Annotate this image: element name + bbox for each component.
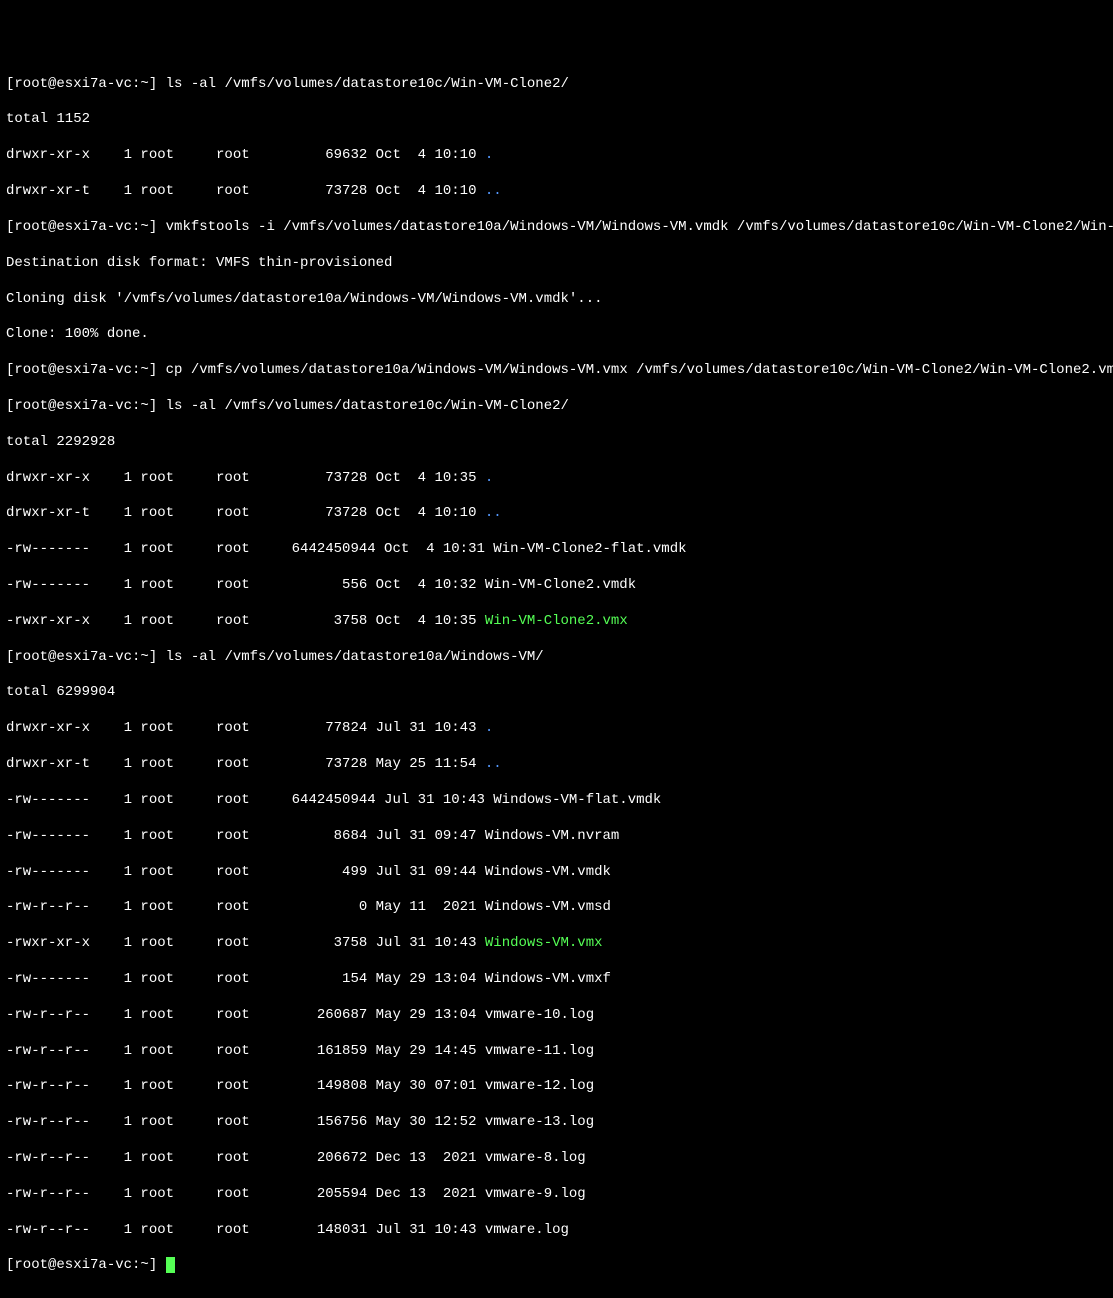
output-line: -rw-r--r-- 1 root root 149808 May 30 07:… [6,1078,1107,1096]
command-text: ls -al /vmfs/volumes/datastore10a/Window… [166,649,544,665]
output-line: total 2292928 [6,434,1107,452]
output-line: -rw------- 1 root root 6442450944 Oct 4 … [6,541,1107,559]
output-line: -rw------- 1 root root 6442450944 Jul 31… [6,792,1107,810]
prompt: [root@esxi7a-vc:~] [6,1257,166,1273]
prompt: [root@esxi7a-vc:~] [6,76,166,92]
command-text: cp /vmfs/volumes/datastore10a/Windows-VM… [166,362,1113,378]
output-line: -rw-r--r-- 1 root root 148031 Jul 31 10:… [6,1222,1107,1240]
output-line: -rw------- 1 root root 8684 Jul 31 09:47… [6,828,1107,846]
output-line: drwxr-xr-x 1 root root 69632 Oct 4 10:10… [6,147,1107,165]
output-line: -rw-r--r-- 1 root root 205594 Dec 13 202… [6,1186,1107,1204]
output-line: drwxr-xr-t 1 root root 73728 May 25 11:5… [6,756,1107,774]
terminal-line: [root@esxi7a-vc:~] ls -al /vmfs/volumes/… [6,76,1107,94]
terminal-line: [root@esxi7a-vc:~] ls -al /vmfs/volumes/… [6,398,1107,416]
dir-dotdot: .. [485,183,502,199]
output-line: -rwxr-xr-x 1 root root 3758 Jul 31 10:43… [6,935,1107,953]
output-line: -rw-r--r-- 1 root root 0 May 11 2021 Win… [6,899,1107,917]
output-line: -rw-r--r-- 1 root root 260687 May 29 13:… [6,1007,1107,1025]
exec-file: Windows-VM.vmx [485,935,603,951]
output-line: -rw------- 1 root root 499 Jul 31 09:44 … [6,864,1107,882]
dir-dotdot: .. [485,505,502,521]
output-line: -rw-r--r-- 1 root root 206672 Dec 13 202… [6,1150,1107,1168]
command-text: ls -al /vmfs/volumes/datastore10c/Win-VM… [166,398,569,414]
output-line: -rwxr-xr-x 1 root root 3758 Oct 4 10:35 … [6,613,1107,631]
cursor [166,1257,175,1273]
output-line: Cloning disk '/vmfs/volumes/datastore10a… [6,291,1107,309]
dir-dot: . [485,147,493,163]
output-line: drwxr-xr-x 1 root root 77824 Jul 31 10:4… [6,720,1107,738]
output-line: -rw------- 1 root root 556 Oct 4 10:32 W… [6,577,1107,595]
prompt: [root@esxi7a-vc:~] [6,398,166,414]
exec-file: Win-VM-Clone2.vmx [485,613,628,629]
command-text: vmkfstools -i /vmfs/volumes/datastore10a… [166,219,1113,235]
output-line: drwxr-xr-x 1 root root 73728 Oct 4 10:35… [6,470,1107,488]
prompt: [root@esxi7a-vc:~] [6,219,166,235]
prompt: [root@esxi7a-vc:~] [6,649,166,665]
terminal-line: [root@esxi7a-vc:~] cp /vmfs/volumes/data… [6,362,1107,380]
dir-dot: . [485,470,493,486]
output-line: drwxr-xr-t 1 root root 73728 Oct 4 10:10… [6,505,1107,523]
output-line: -rw-r--r-- 1 root root 156756 May 30 12:… [6,1114,1107,1132]
terminal-line: [root@esxi7a-vc:~] ls -al /vmfs/volumes/… [6,649,1107,667]
output-line: -rw-r--r-- 1 root root 161859 May 29 14:… [6,1043,1107,1061]
output-line: Destination disk format: VMFS thin-provi… [6,255,1107,273]
output-line: -rw------- 1 root root 154 May 29 13:04 … [6,971,1107,989]
command-text: ls -al /vmfs/volumes/datastore10c/Win-VM… [166,76,569,92]
dir-dotdot: .. [485,756,502,772]
output-line: total 6299904 [6,684,1107,702]
dir-dot: . [485,720,493,736]
terminal-line: [root@esxi7a-vc:~] vmkfstools -i /vmfs/v… [6,219,1107,237]
output-line: Clone: 100% done. [6,326,1107,344]
output-line: drwxr-xr-t 1 root root 73728 Oct 4 10:10… [6,183,1107,201]
prompt: [root@esxi7a-vc:~] [6,362,166,378]
output-line: total 1152 [6,111,1107,129]
terminal-line[interactable]: [root@esxi7a-vc:~] [6,1257,1107,1275]
